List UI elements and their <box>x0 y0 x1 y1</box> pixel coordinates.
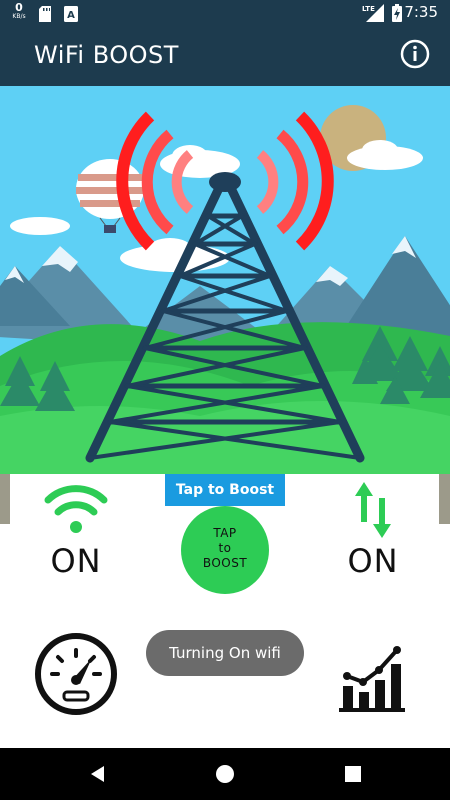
back-icon[interactable] <box>86 762 110 786</box>
signal-icon: LTE <box>362 4 384 22</box>
app-bar: WiFi BOOST <box>0 26 450 86</box>
status-bar: 0 KB/s A LTE 7:35 <box>0 0 450 26</box>
network-speed: 0 KB/s <box>8 2 30 20</box>
data-transfer-icon <box>355 482 391 538</box>
boost-line-2: to <box>218 541 232 555</box>
toast-message: Turning On wifi <box>146 630 304 676</box>
data-state-label: ON <box>347 542 399 580</box>
svg-text:A: A <box>67 10 75 21</box>
hero-illustration <box>0 86 450 480</box>
home-icon[interactable] <box>213 762 237 786</box>
tap-to-boost-banner[interactable]: Tap to Boost <box>165 474 285 506</box>
recents-icon[interactable] <box>341 762 365 786</box>
stats-card[interactable] <box>307 614 439 744</box>
app-title: WiFi BOOST <box>34 41 179 69</box>
speed-test-card[interactable] <box>10 614 142 744</box>
network-type-label: LTE <box>362 5 375 13</box>
tower-top <box>209 172 241 192</box>
chart-icon <box>339 646 405 712</box>
app-screen: 0 KB/s A LTE 7:35 WiFi BOOST ON Tap to B… <box>0 0 450 800</box>
sd-card-icon <box>39 6 51 22</box>
clock: 7:35 <box>404 3 438 21</box>
speedometer-icon <box>35 633 117 715</box>
wifi-toggle-card[interactable]: ON <box>10 474 142 604</box>
network-speed-unit: KB/s <box>12 13 26 20</box>
boost-line-1: TAP <box>213 526 237 540</box>
battery-charging-icon <box>392 4 402 22</box>
wifi-icon <box>44 485 108 533</box>
wifi-state-label: ON <box>50 542 102 580</box>
keyboard-icon: A <box>64 6 78 22</box>
boost-button[interactable]: TAP to BOOST <box>181 506 269 594</box>
data-toggle-card[interactable]: ON <box>307 474 439 604</box>
network-speed-value: 0 <box>15 1 23 14</box>
navigation-bar <box>0 748 450 800</box>
info-icon[interactable] <box>400 39 430 69</box>
boost-line-3: BOOST <box>202 556 248 570</box>
